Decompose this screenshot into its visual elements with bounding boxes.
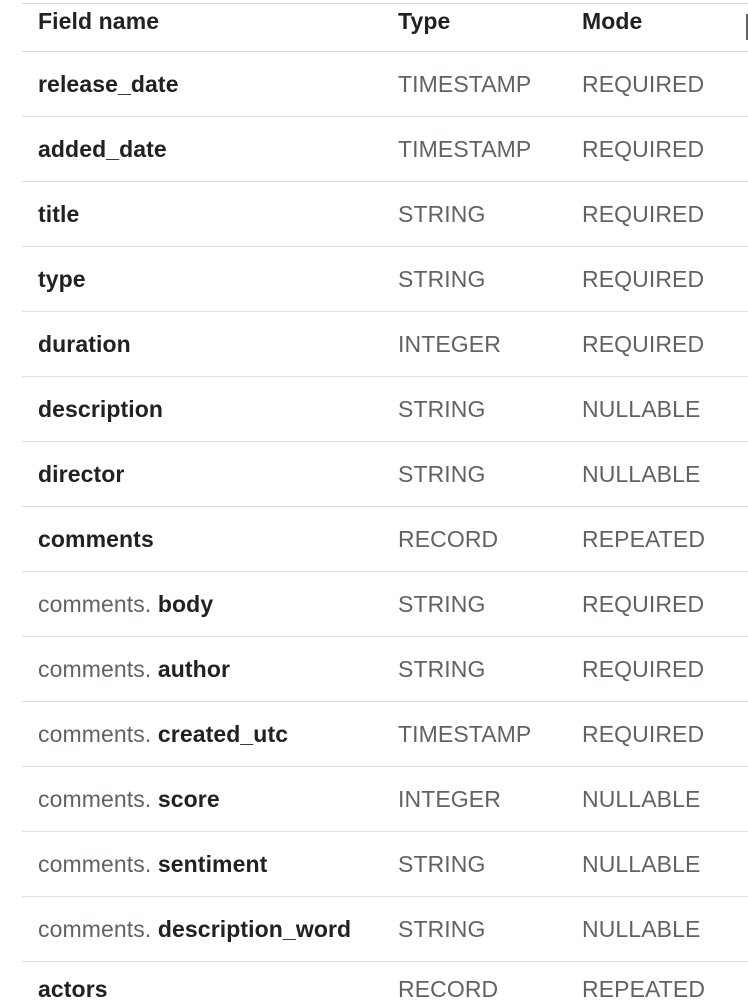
field-parent-prefix: comments.: [38, 720, 152, 747]
field-mode: NULLABLE: [582, 785, 701, 812]
field-mode: REQUIRED: [582, 590, 705, 617]
table-row[interactable]: comments. body STRING REQUIRED: [22, 572, 748, 637]
field-mode: REQUIRED: [582, 265, 705, 292]
header-type[interactable]: Type: [398, 4, 450, 51]
field-type: STRING: [398, 655, 486, 682]
field-type: STRING: [398, 915, 486, 942]
field-type: TIMESTAMP: [398, 70, 532, 97]
field-name-cell: comments. created_utc: [38, 702, 288, 766]
field-name: description: [38, 395, 164, 422]
table-row[interactable]: director STRING NULLABLE: [22, 442, 748, 507]
field-type: STRING: [398, 850, 486, 877]
field-name: body: [157, 590, 214, 617]
field-mode: NULLABLE: [582, 395, 701, 422]
field-parent-prefix: comments.: [38, 655, 152, 682]
field-type: STRING: [398, 460, 486, 487]
field-mode: REQUIRED: [582, 720, 705, 747]
field-name: added_date: [38, 135, 167, 162]
field-type: RECORD: [398, 976, 499, 1000]
field-type: STRING: [398, 590, 486, 617]
field-mode: REPEATED: [582, 525, 706, 552]
table-row[interactable]: added_date TIMESTAMP REQUIRED: [22, 117, 748, 182]
field-name-cell: title: [38, 182, 79, 246]
field-name-cell: comments: [38, 507, 154, 571]
table-row[interactable]: comments. created_utc TIMESTAMP REQUIRED: [22, 702, 748, 767]
table-row[interactable]: title STRING REQUIRED: [22, 182, 748, 247]
field-name: title: [38, 200, 80, 227]
field-mode: REQUIRED: [582, 655, 705, 682]
field-mode: REQUIRED: [582, 70, 705, 97]
field-type: STRING: [398, 200, 486, 227]
header-mode[interactable]: Mode: [582, 4, 642, 51]
field-name: created_utc: [157, 720, 289, 747]
field-type: TIMESTAMP: [398, 720, 532, 747]
field-mode: NULLABLE: [582, 850, 701, 877]
field-name: duration: [38, 330, 131, 357]
table-row[interactable]: comments. score INTEGER NULLABLE: [22, 767, 748, 832]
table-row[interactable]: comments. description_word STRING NULLABLE: [22, 897, 748, 962]
field-mode: NULLABLE: [582, 460, 701, 487]
field-name-cell: comments. author: [38, 637, 230, 701]
field-name-cell: comments. sentiment: [38, 832, 267, 896]
field-type: INTEGER: [398, 330, 501, 357]
field-parent-prefix: comments.: [38, 785, 152, 812]
field-type: INTEGER: [398, 785, 501, 812]
field-name-cell: duration: [38, 312, 131, 376]
field-name-cell: release_date: [38, 52, 179, 116]
field-name: type: [38, 265, 86, 292]
field-name: comments: [38, 525, 154, 552]
field-mode: NULLABLE: [582, 915, 701, 942]
field-name-cell: description: [38, 377, 163, 441]
field-type: STRING: [398, 265, 486, 292]
table-row[interactable]: description STRING NULLABLE: [22, 377, 748, 442]
field-type: STRING: [398, 395, 486, 422]
field-mode: REPEATED: [582, 976, 706, 1000]
field-name: author: [157, 655, 231, 682]
field-name: director: [38, 460, 125, 487]
schema-page: Field name Type Mode release_date TIMESTA…: [0, 0, 748, 1000]
table-row[interactable]: comments. sentiment STRING NULLABLE: [22, 832, 748, 897]
field-name: description_word: [157, 915, 352, 942]
field-name-cell: type: [38, 247, 86, 311]
field-mode: REQUIRED: [582, 200, 705, 227]
field-parent-prefix: comments.: [38, 590, 152, 617]
field-name-cell: comments. score: [38, 767, 220, 831]
field-parent-prefix: comments.: [38, 850, 152, 877]
field-mode: REQUIRED: [582, 330, 705, 357]
table-row[interactable]: actors RECORD REPEATED: [22, 962, 748, 1000]
header-field-name[interactable]: Field name: [38, 4, 159, 51]
field-name: score: [157, 785, 220, 812]
table-row[interactable]: release_date TIMESTAMP REQUIRED: [22, 52, 748, 117]
field-mode: REQUIRED: [582, 135, 705, 162]
field-name-cell: comments. body: [38, 572, 213, 636]
field-name: sentiment: [157, 850, 268, 877]
table-row[interactable]: duration INTEGER REQUIRED: [22, 312, 748, 377]
table-body: release_date TIMESTAMP REQUIRED added_date T…: [22, 52, 748, 1000]
table-row[interactable]: comments RECORD REPEATED: [22, 507, 748, 572]
table-row[interactable]: comments. author STRING REQUIRED: [22, 637, 748, 702]
field-name-cell: actors: [38, 962, 108, 1000]
field-parent-prefix: comments.: [38, 915, 152, 942]
field-name-cell: director: [38, 442, 124, 506]
field-type: TIMESTAMP: [398, 135, 532, 162]
schema-table: Field name Type Mode release_date TIMESTA…: [22, 3, 748, 1000]
field-name: release_date: [38, 70, 179, 97]
field-name-cell: comments. description_word: [38, 897, 351, 961]
field-name: actors: [38, 976, 108, 1000]
table-row[interactable]: type STRING REQUIRED: [22, 247, 748, 312]
table-header-row: Field name Type Mode: [22, 4, 748, 52]
field-type: RECORD: [398, 525, 499, 552]
field-name-cell: added_date: [38, 117, 167, 181]
